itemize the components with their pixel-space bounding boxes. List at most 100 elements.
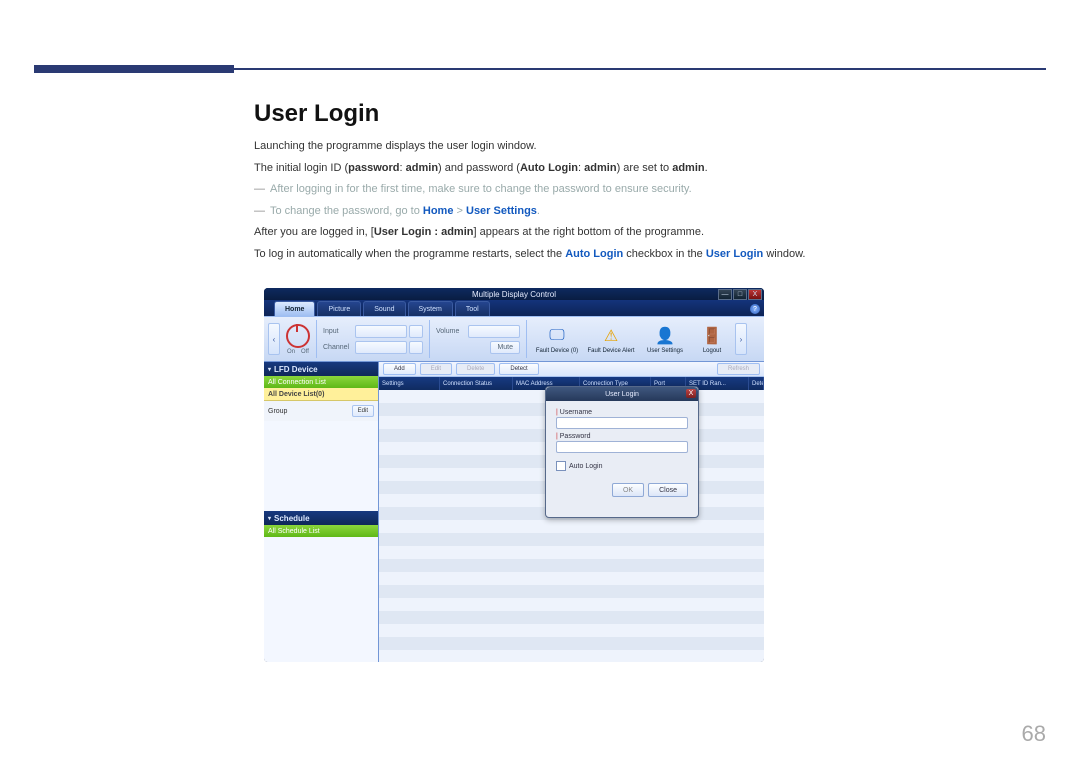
table-row [379, 533, 764, 546]
dialog-close-button[interactable]: X [686, 389, 696, 398]
t: ) and password ( [438, 162, 520, 174]
table-row [379, 637, 764, 650]
title-bar: Multiple Display Control — □ X [264, 288, 764, 300]
chevron-down-icon: ▾ [268, 366, 271, 373]
app-window: Multiple Display Control — □ X Home Pict… [264, 288, 764, 662]
t: To log in automatically when the program… [254, 248, 565, 260]
sidebar-item-all-connection[interactable]: All Connection List [264, 376, 378, 388]
t: User Login [706, 248, 763, 260]
power-on-label: On [287, 349, 295, 355]
t: Fault Device Alert [587, 348, 634, 354]
edit-button[interactable]: Edit [420, 363, 452, 375]
fault-device-button[interactable]: 🖵 Fault Device (0) [533, 325, 581, 354]
input-select[interactable] [355, 325, 407, 338]
detect-button[interactable]: Detect [499, 363, 538, 375]
t: checkbox in the [623, 248, 706, 260]
window-minimize-button[interactable]: — [718, 289, 732, 300]
t: To change the password, go to [270, 205, 423, 217]
window-close-button[interactable]: X [748, 289, 762, 300]
tab-home[interactable]: Home [274, 301, 315, 316]
t: admin [672, 162, 704, 174]
after-login-line: After you are logged in, [User Login : a… [254, 224, 1046, 242]
ok-button[interactable]: OK [612, 483, 644, 497]
refresh-button[interactable]: Refresh [717, 363, 760, 375]
input-select-arrow[interactable] [409, 325, 423, 338]
auto-login-checkbox[interactable]: Auto Login [556, 461, 688, 471]
user-icon: 👤 [654, 325, 676, 347]
tab-picture[interactable]: Picture [317, 301, 361, 316]
t: Home [423, 205, 454, 217]
t: Auto Login [520, 162, 578, 174]
table-row [379, 624, 764, 637]
username-label: | Username [556, 409, 688, 416]
t: window. [763, 248, 805, 260]
password-input[interactable] [556, 441, 688, 453]
channel-select-arrow[interactable] [409, 341, 423, 354]
fault-alert-button[interactable]: ⚠ Fault Device Alert [587, 325, 635, 354]
input-label: Input [323, 328, 353, 335]
tab-sound[interactable]: Sound [363, 301, 405, 316]
dash-icon: ― [254, 181, 270, 199]
app-title: Multiple Display Control [472, 290, 556, 299]
channel-select[interactable] [355, 341, 407, 354]
col-connection-status[interactable]: Connection Status [440, 377, 513, 391]
chevron-down-icon: ▾ [268, 515, 271, 522]
t: > [453, 205, 466, 217]
sidebar-section-lfd[interactable]: ▾ LFD Device [264, 362, 378, 376]
t: Auto Login [565, 248, 623, 260]
t: After logging in for the first time, mak… [270, 183, 692, 195]
ribbon: ‹ On Off Input Channel [264, 316, 764, 362]
add-button[interactable]: Add [383, 363, 416, 375]
sidebar-edit-button[interactable]: Edit [352, 405, 374, 417]
t: The initial login ID ( [254, 162, 348, 174]
sidebar-item-all-schedule[interactable]: All Schedule List [264, 525, 378, 537]
main-toolbar: Add Edit Delete Detect Refresh [379, 362, 764, 377]
menu-tabs: Home Picture Sound System Tool ? [264, 300, 764, 316]
logout-button[interactable]: 🚪 Logout [695, 325, 729, 354]
user-settings-button[interactable]: 👤 User Settings [641, 325, 689, 354]
help-icon[interactable]: ? [750, 304, 760, 314]
volume-input[interactable] [468, 325, 520, 338]
tab-system[interactable]: System [408, 301, 453, 316]
col-settings[interactable]: Settings [379, 377, 440, 391]
close-button[interactable]: Close [648, 483, 688, 497]
note-change-path: ―To change the password, go to Home > Us… [254, 203, 1046, 221]
t: Username [560, 409, 592, 416]
sidebar-group-label: Group [268, 408, 287, 415]
t: Password [560, 433, 591, 440]
table-row [379, 572, 764, 585]
intro-line-1: Launching the programme displays the use… [254, 138, 1046, 156]
auto-login-label: Auto Login [569, 463, 602, 470]
channel-label: Channel [323, 344, 353, 351]
page-top-rule [34, 68, 1046, 70]
power-icon[interactable] [286, 324, 310, 348]
table-row [379, 650, 764, 662]
t: User Login : admin [374, 226, 474, 238]
ribbon-nav-left[interactable]: ‹ [268, 323, 280, 355]
table-row [379, 559, 764, 572]
dialog-title: User Login [605, 391, 639, 398]
table-row [379, 546, 764, 559]
ribbon-nav-right[interactable]: › [735, 323, 747, 355]
t: User Settings [466, 205, 537, 217]
sidebar-item-all-device[interactable]: All Device List(0) [264, 388, 378, 401]
t: After you are logged in, [ [254, 226, 374, 238]
t: . [537, 205, 540, 217]
tab-tool[interactable]: Tool [455, 301, 490, 316]
username-input[interactable] [556, 417, 688, 429]
t: admin [584, 162, 616, 174]
window-maximize-button[interactable]: □ [733, 289, 747, 300]
power-off-label: Off [301, 349, 309, 355]
mute-button[interactable]: Mute [490, 341, 520, 354]
delete-button[interactable]: Delete [456, 363, 495, 375]
col-detected[interactable]: Detected [749, 377, 764, 391]
checkbox-icon [556, 461, 566, 471]
note-change-password: ―After logging in for the first time, ma… [254, 181, 1046, 199]
door-icon: 🚪 [701, 325, 723, 347]
user-login-dialog: User Login X | Username | Password [545, 386, 699, 518]
t: ] appears at the right bottom of the pro… [473, 226, 704, 238]
t: ) are set to [617, 162, 673, 174]
page-heading: User Login [254, 100, 1046, 128]
t: Schedule [274, 514, 310, 523]
sidebar-section-schedule[interactable]: ▾ Schedule [264, 511, 378, 525]
